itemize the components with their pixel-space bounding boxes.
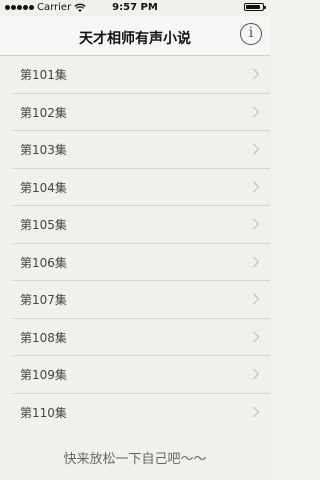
- episode-row[interactable]: 第102集: [0, 94, 270, 132]
- chevron-right-icon: [253, 406, 260, 417]
- chevron-right-icon: [253, 106, 260, 117]
- footer-bar: 快来放松一下自己吧～～: [0, 425, 270, 480]
- episode-row[interactable]: 第108集: [0, 319, 270, 357]
- page-title: 天才相师有声小说: [79, 31, 191, 47]
- chevron-right-icon: [253, 181, 260, 192]
- episode-label: 第101集: [20, 68, 67, 82]
- navigation-bar: 天才相师有声小说 i: [0, 16, 270, 56]
- episode-label: 第109集: [20, 368, 67, 382]
- episode-row[interactable]: 第109集: [0, 356, 270, 394]
- chevron-right-icon: [253, 293, 260, 305]
- episode-label: 第110集: [20, 405, 67, 420]
- battery-level-fill: [246, 5, 260, 9]
- status-time: 9:57 PM: [112, 2, 158, 13]
- episode-label: 第108集: [20, 330, 67, 345]
- episode-label: 第102集: [20, 105, 67, 120]
- episode-label: 第103集: [20, 143, 67, 157]
- chevron-right-icon: [253, 368, 260, 380]
- episode-row[interactable]: 第106集: [0, 244, 270, 282]
- episode-label: 第104集: [20, 180, 67, 195]
- chevron-right-icon: [253, 331, 260, 342]
- episode-label: 第105集: [20, 218, 67, 232]
- chevron-right-icon: [253, 68, 260, 80]
- chevron-right-icon: [253, 256, 260, 267]
- info-button[interactable]: i: [240, 23, 262, 45]
- chevron-right-icon: [253, 218, 260, 230]
- footer-message: 快来放松一下自己吧～～: [63, 452, 207, 467]
- chevron-right-icon: [253, 143, 260, 155]
- episode-row[interactable]: 第107集: [0, 281, 270, 319]
- status-bar: Carrier 9:57 PM: [0, 0, 270, 16]
- episode-list: 第101集第102集第103集第104集第105集第106集第107集第108集…: [0, 56, 270, 431]
- app-screen: Carrier 9:57 PM 天才相师有声小说 i 第101集 第102集 第10…: [0, 0, 270, 480]
- episode-row[interactable]: 第101集: [0, 56, 270, 94]
- episode-label: 第107集: [20, 293, 67, 307]
- episode-label: 第106集: [20, 255, 67, 270]
- episode-row[interactable]: 第103集: [0, 131, 270, 169]
- episode-row[interactable]: 第104集: [0, 169, 270, 207]
- episode-row[interactable]: 第105集: [0, 206, 270, 244]
- battery-icon: [244, 3, 266, 11]
